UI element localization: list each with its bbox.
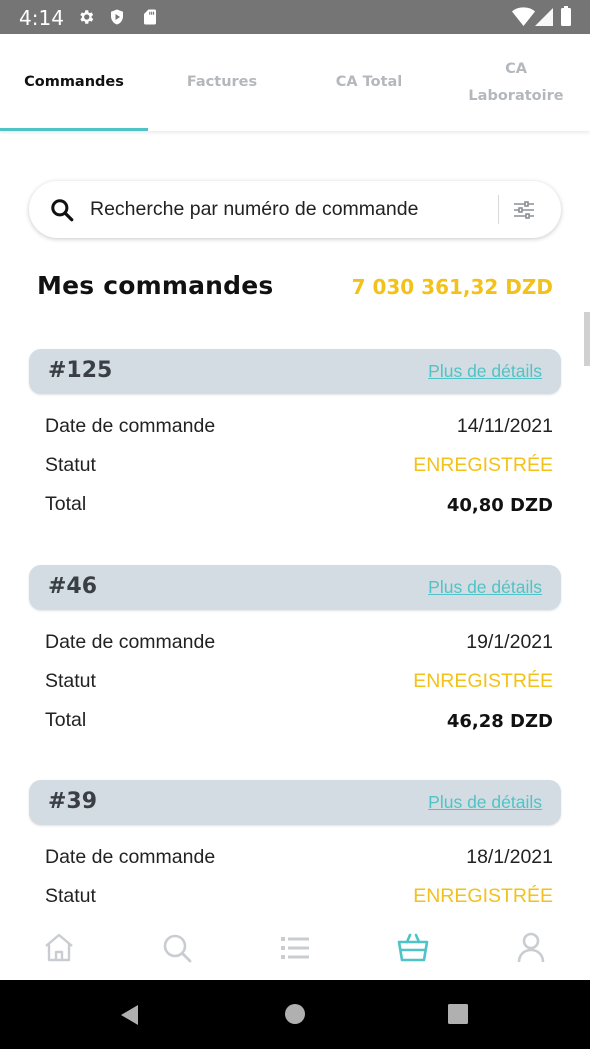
page-title: Mes commandes xyxy=(37,271,274,300)
order-date-label: Date de commande xyxy=(45,631,216,653)
order-date-label: Date de commande xyxy=(45,846,216,868)
sd-card-icon xyxy=(144,9,156,25)
search-divider xyxy=(498,195,499,224)
order-date-row: Date de commande 14/11/2021 xyxy=(45,415,553,443)
tab-bar: Commandes Factures CA Total CA Laboratoi… xyxy=(0,34,590,131)
order-details-link[interactable]: Plus de détails xyxy=(428,792,542,813)
order-details-link[interactable]: Plus de détails xyxy=(428,361,542,382)
list-icon[interactable] xyxy=(277,930,313,966)
order-details-link[interactable]: Plus de détails xyxy=(428,577,542,598)
order-status-value: ENREGISTRÉE xyxy=(413,454,553,476)
order-header: #125 Plus de détails xyxy=(29,349,561,394)
order-date-value: 18/1/2021 xyxy=(466,846,553,868)
signal-icon xyxy=(535,8,553,26)
tab-ca-total[interactable]: CA Total xyxy=(295,34,443,131)
order-total-label: Total xyxy=(45,709,87,731)
back-icon[interactable] xyxy=(118,1003,142,1027)
tab-factures[interactable]: Factures xyxy=(148,34,296,131)
tab-commandes-label: Commandes xyxy=(24,74,124,90)
order-total-row: Total 40,80 DZD xyxy=(45,493,553,521)
search-icon[interactable] xyxy=(159,930,195,966)
tab-ca-laboratoire[interactable]: CA Laboratoire xyxy=(442,34,590,131)
order-total-value: 46,28 DZD xyxy=(446,711,553,732)
order-card: #46 Plus de détails Date de commande 19/… xyxy=(29,565,561,732)
order-number: #125 xyxy=(48,358,113,383)
tab-ca-total-label: CA Total xyxy=(335,74,403,90)
order-status-value: ENREGISTRÉE xyxy=(413,670,553,692)
scrollbar[interactable] xyxy=(584,312,590,366)
active-tab-indicator xyxy=(0,128,148,131)
shield-icon xyxy=(111,9,123,25)
user-icon[interactable] xyxy=(513,930,549,966)
order-header: #46 Plus de détails xyxy=(29,565,561,610)
order-card: #125 Plus de détails Date de commande 14… xyxy=(29,349,561,516)
order-date-label: Date de commande xyxy=(45,415,216,437)
home-icon[interactable] xyxy=(41,930,77,966)
basket-icon[interactable] xyxy=(395,930,431,966)
order-date-value: 14/11/2021 xyxy=(456,415,553,437)
order-total-label: Total xyxy=(45,493,87,515)
recents-icon[interactable] xyxy=(447,1003,469,1025)
search-input[interactable]: Recherche par numéro de commande xyxy=(90,198,418,221)
tab-factures-label: Factures xyxy=(186,74,258,90)
wifi-icon xyxy=(512,7,535,26)
order-date-value: 19/1/2021 xyxy=(466,631,553,653)
home-button-icon[interactable] xyxy=(284,1003,306,1025)
filter-icon[interactable] xyxy=(513,199,535,221)
tab-ca-laboratoire-label-line2: Laboratoire xyxy=(468,87,564,104)
bottom-navigation xyxy=(0,918,590,980)
orders-total-amount: 7 030 361,32 DZD xyxy=(351,275,553,299)
order-card: #39 Plus de détails Date de commande 18/… xyxy=(29,780,561,907)
order-status-row: Statut ENREGISTRÉE xyxy=(45,454,553,482)
order-total-value: 40,80 DZD xyxy=(446,495,553,516)
app-screen: 4:14 Commandes Factures CA Total CA Labo… xyxy=(0,0,590,1049)
order-number: #46 xyxy=(48,574,98,599)
order-number: #39 xyxy=(48,789,98,814)
status-time: 4:14 xyxy=(19,6,64,30)
search-icon xyxy=(51,199,74,222)
order-status-value: ENREGISTRÉE xyxy=(413,885,553,907)
order-date-row: Date de commande 18/1/2021 xyxy=(45,846,553,874)
system-navigation-bar xyxy=(0,980,590,1049)
order-status-label: Statut xyxy=(45,885,96,907)
order-date-row: Date de commande 19/1/2021 xyxy=(45,631,553,659)
order-total-row: Total 46,28 DZD xyxy=(45,709,553,737)
order-status-row: Statut ENREGISTRÉE xyxy=(45,885,553,913)
battery-icon xyxy=(561,8,571,26)
order-status-row: Statut ENREGISTRÉE xyxy=(45,670,553,698)
system-status-icons xyxy=(512,6,571,26)
gear-icon xyxy=(80,10,94,24)
order-header: #39 Plus de détails xyxy=(29,780,561,825)
status-bar: 4:14 xyxy=(0,0,590,34)
search-bar[interactable]: Recherche par numéro de commande xyxy=(29,181,561,238)
tab-ca-laboratoire-label-line1: CA xyxy=(505,60,527,77)
tab-commandes[interactable]: Commandes xyxy=(0,34,148,131)
order-status-label: Statut xyxy=(45,454,96,476)
order-status-label: Statut xyxy=(45,670,96,692)
